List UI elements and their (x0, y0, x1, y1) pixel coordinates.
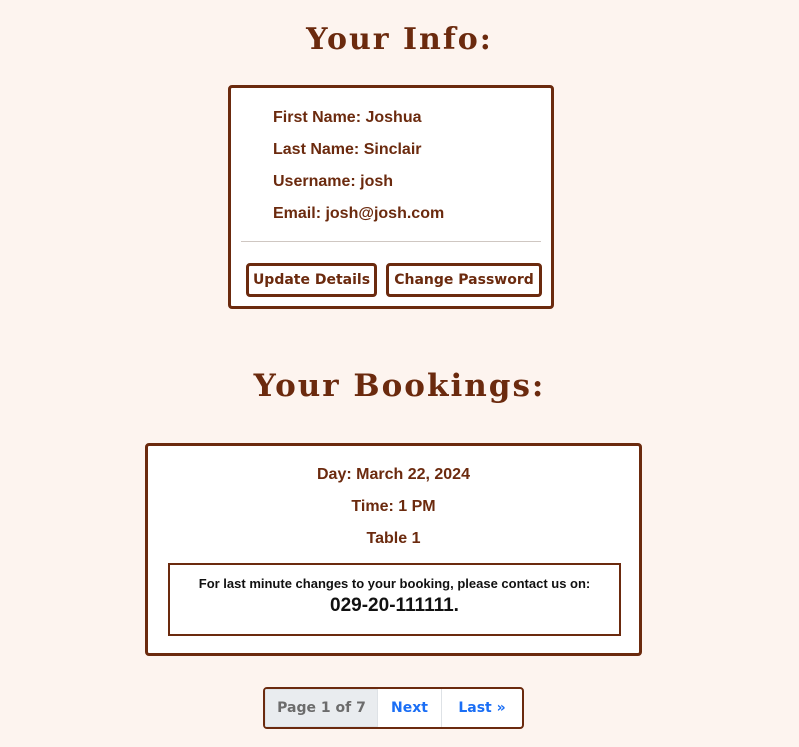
last-page-link[interactable]: Last » (442, 689, 522, 727)
booking-card: Day: March 22, 2024 Time: 1 PM Table 1 F… (145, 443, 642, 656)
next-page-link[interactable]: Next (378, 689, 442, 727)
pagination: Page 1 of 7 Next Last » (263, 687, 524, 729)
profile-page: Your Info: First Name: Joshua Last Name:… (0, 0, 799, 747)
page-indicator: Page 1 of 7 (265, 689, 378, 727)
update-details-button[interactable]: Update Details (246, 263, 377, 297)
booking-time: Time: 1 PM (351, 498, 436, 515)
contact-phone-number: 029-20-111111. (330, 595, 459, 616)
info-card: First Name: Joshua Last Name: Sinclair U… (228, 85, 554, 309)
booking-table: Table 1 (366, 530, 421, 547)
info-heading: Your Info: (306, 22, 493, 57)
info-divider (241, 241, 541, 242)
info-list: First Name: Joshua Last Name: Sinclair U… (273, 107, 444, 235)
first-name-field: First Name: Joshua (273, 109, 422, 126)
contact-notice-text: For last minute changes to your booking,… (198, 576, 591, 591)
booking-day: Day: March 22, 2024 (317, 466, 470, 483)
change-password-button[interactable]: Change Password (386, 263, 542, 297)
contact-notice: For last minute changes to your booking,… (168, 563, 621, 636)
bookings-heading: Your Bookings: (253, 368, 546, 404)
username-field: Username: josh (273, 173, 394, 190)
email-field: Email: josh@josh.com (273, 205, 445, 222)
last-name-field: Last Name: Sinclair (273, 141, 422, 158)
